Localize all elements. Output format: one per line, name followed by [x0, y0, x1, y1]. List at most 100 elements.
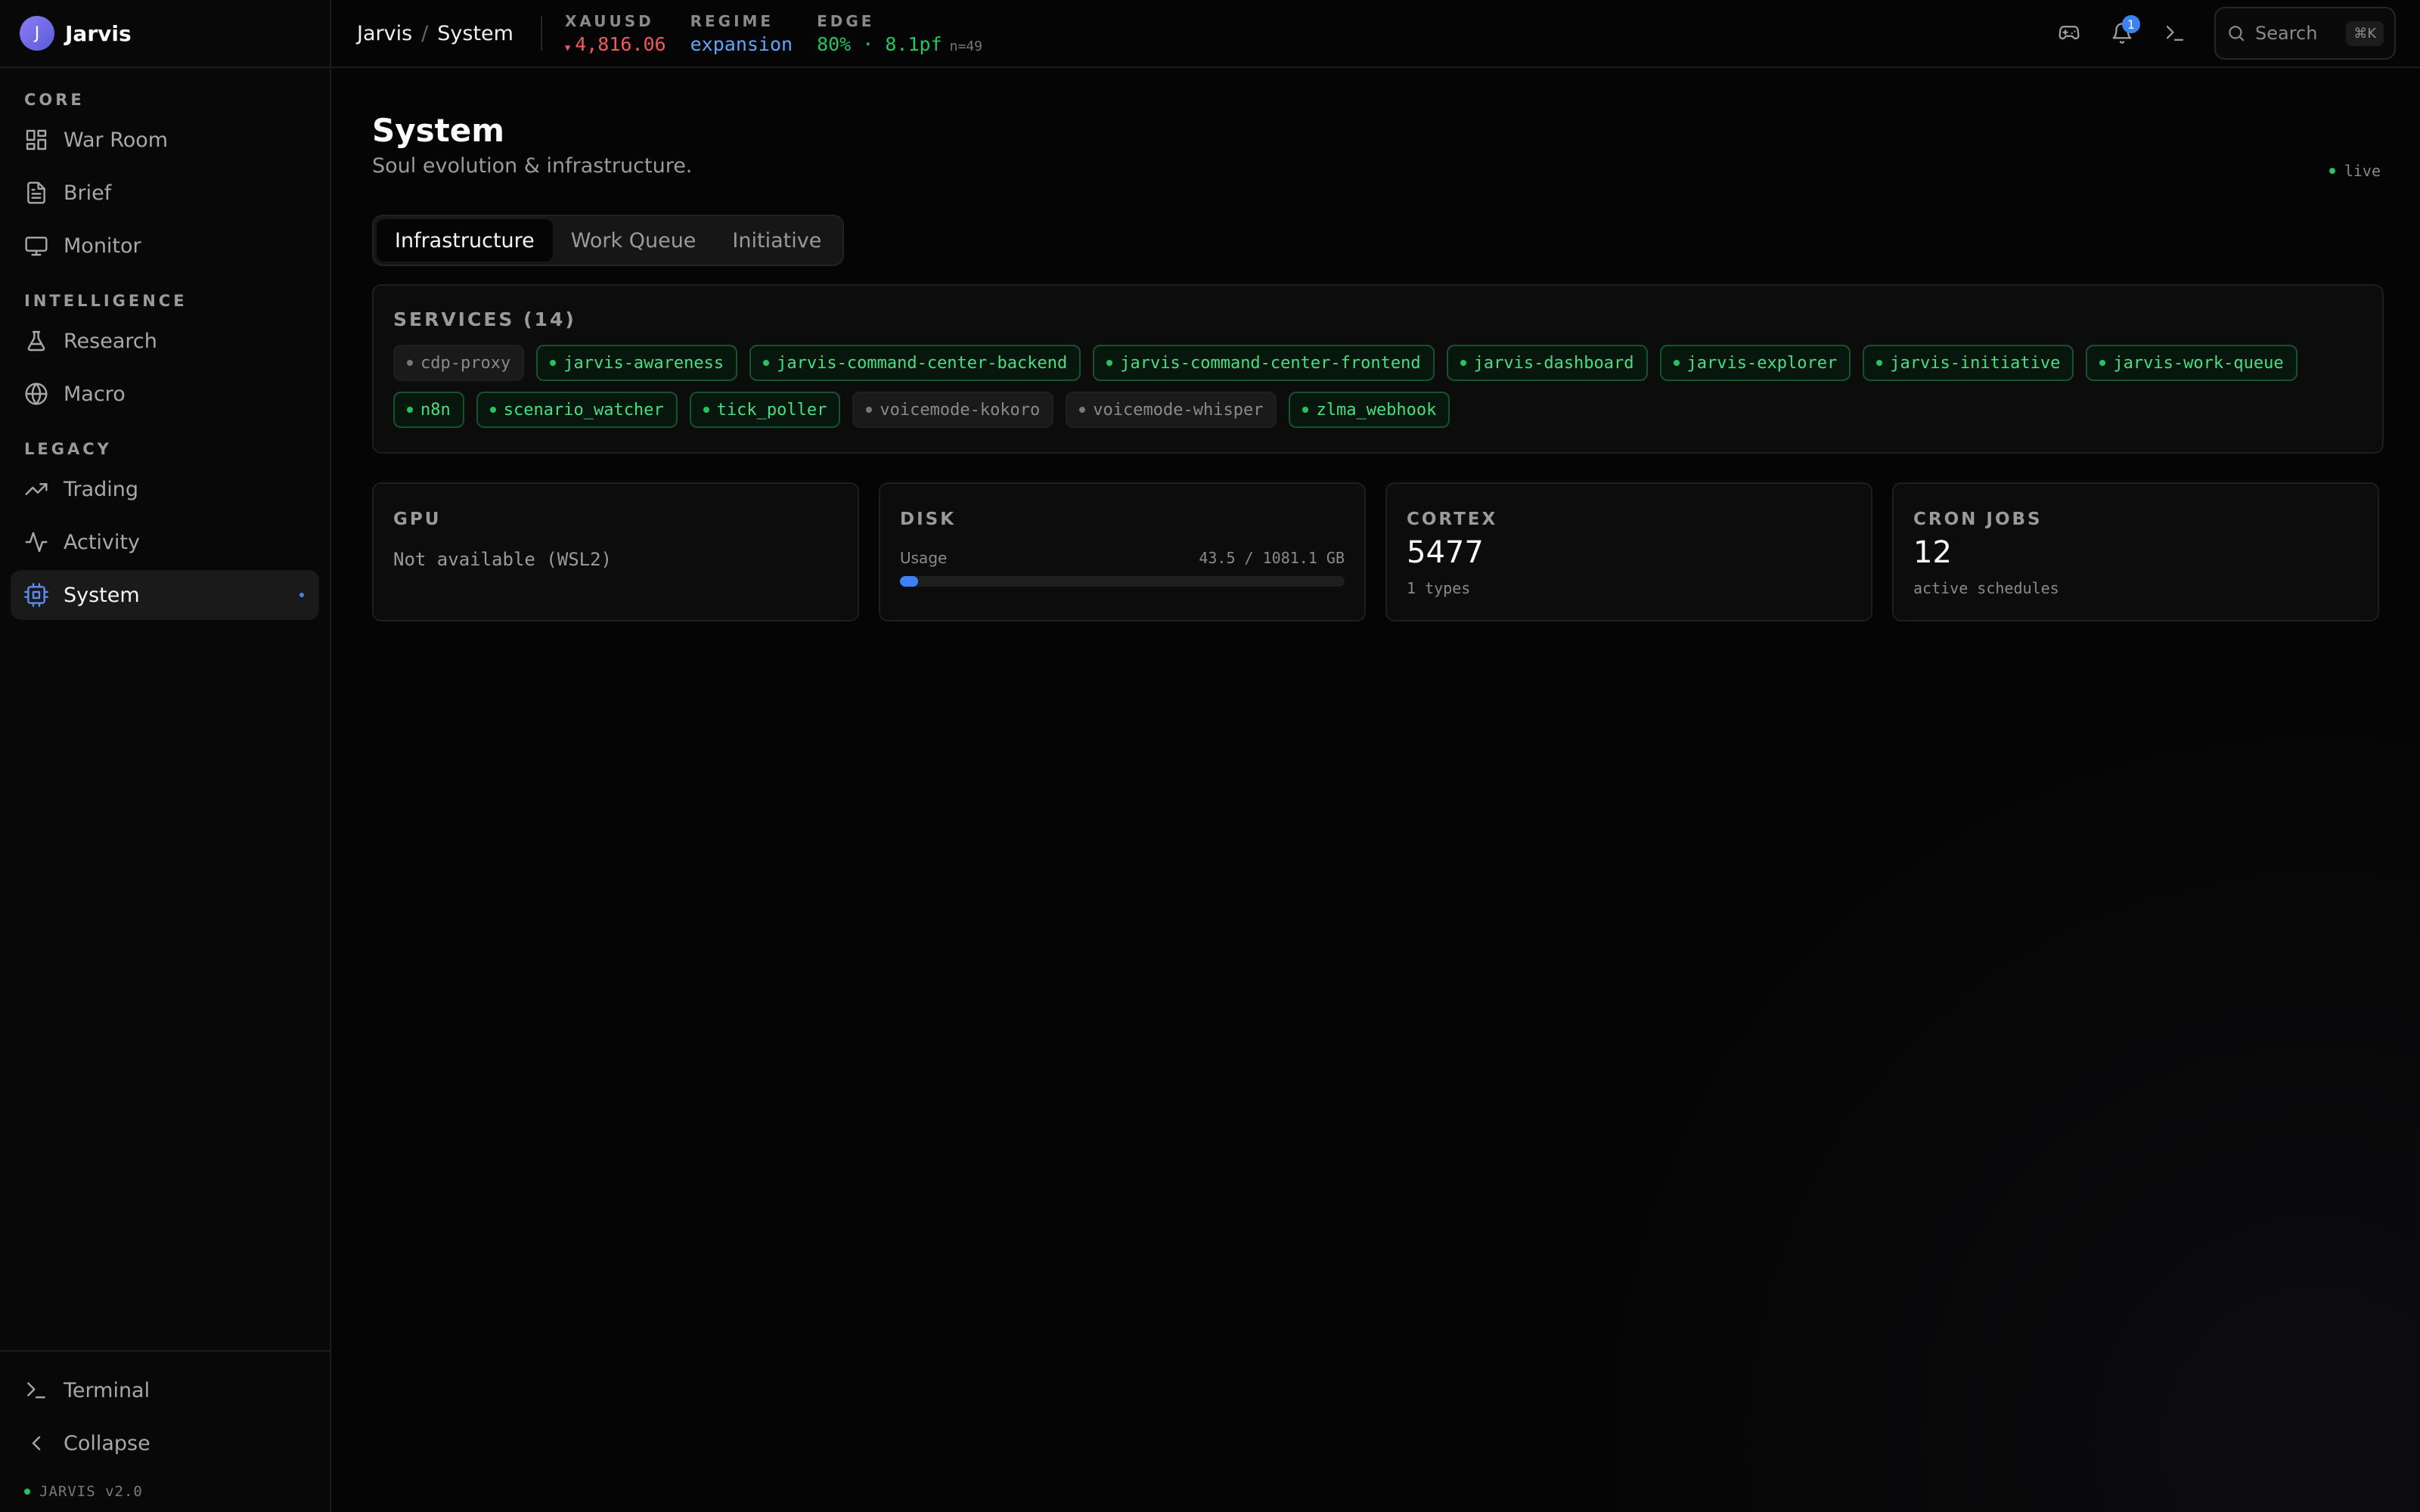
service-chip[interactable]: jarvis-awareness [536, 345, 738, 381]
sidebar-item-label: System [64, 583, 140, 607]
terminal-icon [2166, 26, 2184, 41]
regime-value: expansion [690, 33, 793, 55]
disk-progress-bar [900, 576, 1345, 587]
tab-initiative[interactable]: Initiative [714, 219, 839, 262]
gamepad-button[interactable] [2049, 14, 2089, 53]
terminal-button[interactable]: Terminal [11, 1365, 319, 1415]
breadcrumb-separator: / [421, 21, 429, 45]
service-status-dot [763, 360, 770, 366]
service-name: jarvis-explorer [1686, 353, 1838, 373]
page-title: System [372, 112, 504, 149]
metric-value: 80% · 8.1pf n=49 [817, 35, 982, 54]
service-chip[interactable]: tick_poller [689, 392, 841, 428]
service-name: scenario_watcher [503, 400, 664, 420]
trending-up-icon [24, 477, 48, 501]
service-chip[interactable]: jarvis-command-center-backend [749, 345, 1081, 381]
service-name: jarvis-command-center-backend [777, 353, 1068, 373]
sidebar-item-label: Macro [64, 382, 126, 406]
down-arrow-icon: ▼ [564, 42, 571, 53]
service-chip[interactable]: jarvis-explorer [1659, 345, 1851, 381]
sidebar-item-system[interactable]: System [11, 570, 319, 620]
breadcrumb-root[interactable]: Jarvis [357, 22, 412, 45]
tab-work-queue[interactable]: Work Queue [553, 219, 715, 262]
collapse-button[interactable]: Collapse [11, 1418, 319, 1468]
cpu-icon [24, 583, 48, 607]
cron-jobs-title: CRON JOBS [1913, 510, 2043, 529]
sidebar-item-activity[interactable]: Activity [11, 517, 319, 567]
disk-usage-row: Usage 43.5 / 1081.1 GB [900, 549, 1345, 567]
sidebar-item-label: Brief [64, 181, 112, 205]
grid-icon [24, 128, 48, 152]
tab-infrastructure[interactable]: Infrastructure [377, 219, 553, 262]
sidebar: J Jarvis CORE War Room Brief Monitor INT… [0, 0, 331, 1512]
gpu-card: GPU Not available (WSL2) [372, 482, 859, 621]
service-status-dot [1460, 360, 1466, 366]
divider [540, 16, 542, 51]
disk-title: DISK [900, 510, 957, 529]
cron-jobs-subtext: active schedules [1913, 579, 2059, 597]
document-icon [24, 181, 48, 205]
service-name: jarvis-awareness [563, 353, 724, 373]
chevron-left-icon [24, 1431, 48, 1455]
service-chip[interactable]: cdp-proxy [393, 345, 525, 381]
service-status-dot [489, 407, 496, 413]
service-status-dot [2099, 360, 2106, 366]
edge-value: 80% · 8.1pf [817, 33, 942, 55]
sidebar-item-brief[interactable]: Brief [11, 168, 319, 218]
services-card: SERVICES (14) cdp-proxy jarvis-awareness j… [372, 284, 2384, 454]
sidebar-item-label: Research [64, 329, 157, 353]
search-shortcut: ⌘K [2346, 20, 2384, 46]
service-status-dot [550, 360, 557, 366]
sidebar-item-war-room[interactable]: War Room [11, 115, 319, 165]
activity-icon [24, 530, 48, 554]
service-status-dot [1673, 360, 1680, 366]
brand-avatar: J [20, 16, 54, 51]
service-name: tick_poller [716, 400, 827, 420]
services-title: SERVICES (14) [393, 308, 576, 330]
live-label: live [2344, 162, 2381, 180]
service-status-dot [1106, 360, 1113, 366]
nav-section-intelligence: INTELLIGENCE [24, 292, 188, 310]
cortex-subtext: 1 types [1407, 579, 1471, 597]
service-chip[interactable]: voicemode-kokoro [852, 392, 1054, 428]
service-chip[interactable]: scenario_watcher [476, 392, 678, 428]
service-status-dot [1079, 407, 1086, 413]
search-button[interactable]: Search ⌘K [2214, 7, 2396, 60]
edge-sample-size: n=49 [949, 38, 983, 54]
service-chip[interactable]: jarvis-work-queue [2086, 345, 2297, 381]
service-chip[interactable]: jarvis-initiative [1863, 345, 2074, 381]
sidebar-item-label: Monitor [64, 234, 141, 258]
gpu-status: Not available (WSL2) [393, 549, 612, 570]
live-dot [2328, 168, 2335, 174]
monitor-icon [24, 234, 48, 258]
metric-value: ▼ 4,816.06 [565, 35, 666, 54]
service-name: jarvis-command-center-frontend [1120, 353, 1421, 373]
service-name: voicemode-kokoro [880, 400, 1041, 420]
brand[interactable]: J Jarvis [0, 0, 330, 68]
search-icon [2229, 26, 2245, 42]
service-chip[interactable]: jarvis-command-center-frontend [1093, 345, 1435, 381]
sidebar-item-macro[interactable]: Macro [11, 369, 319, 419]
sidebar-item-label: Activity [64, 530, 140, 554]
gamepad-icon [2059, 26, 2080, 40]
topbar: Jarvis / System XAUUSD ▼ 4,816.06 REGIME… [331, 0, 2420, 68]
sidebar-footer: Terminal Collapse JARVIS v2.0 [0, 1350, 330, 1512]
service-name: jarvis-initiative [1890, 353, 2061, 373]
notifications-button[interactable]: 1 [2102, 14, 2142, 53]
sidebar-item-trading[interactable]: Trading [11, 464, 319, 514]
disk-progress-fill [900, 576, 918, 587]
sidebar-item-monitor[interactable]: Monitor [11, 221, 319, 271]
service-chip[interactable]: jarvis-dashboard [1446, 345, 1648, 381]
sidebar-item-research[interactable]: Research [11, 316, 319, 366]
status-dot [24, 1489, 30, 1495]
service-chip[interactable]: n8n [393, 392, 464, 428]
terminal-toggle-button[interactable] [2155, 14, 2195, 53]
service-name: zlma_webhook [1316, 400, 1437, 420]
globe-icon [24, 382, 48, 406]
terminal-icon [24, 1378, 48, 1402]
service-chip[interactable]: voicemode-whisper [1066, 392, 1277, 428]
cortex-value: 5477 [1407, 535, 1484, 570]
service-chip[interactable]: zlma_webhook [1289, 392, 1450, 428]
service-status-dot [866, 407, 873, 413]
service-name: jarvis-dashboard [1473, 353, 1634, 373]
